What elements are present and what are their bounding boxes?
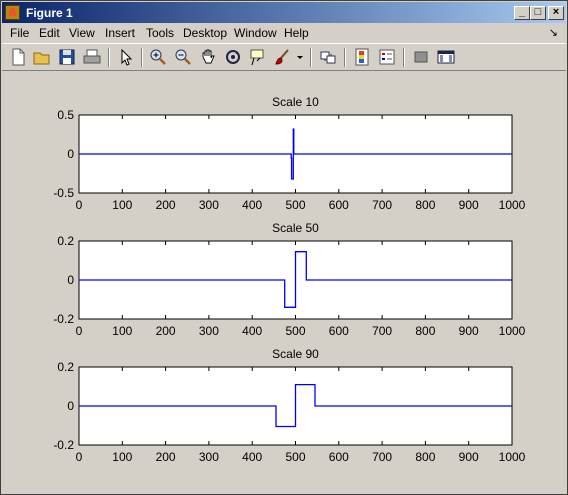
menu-help[interactable]: Help <box>284 26 309 40</box>
figure-canvas: Scale 100 100 200 300 400 500 600 700 800 900 1000… <box>53 95 525 464</box>
brush-dropdown-icon[interactable] <box>295 47 305 67</box>
x-tick-label: 800 <box>415 324 435 338</box>
subplot-title: Scale 50 <box>272 221 319 235</box>
x-tick-label: 100 <box>112 450 132 464</box>
x-tick-label: 400 <box>242 450 262 464</box>
subplot-title: Scale 10 <box>272 95 319 109</box>
matlab-logo-icon <box>5 5 20 20</box>
show-plot-tools-icon[interactable] <box>436 47 456 67</box>
menu-desktop[interactable]: Desktop <box>183 26 227 40</box>
title-bar[interactable]: Figure 1 _ □ × <box>2 2 566 23</box>
x-tick-label: 800 <box>415 450 435 464</box>
x-tick-label: 0 <box>76 450 83 464</box>
open-file-icon[interactable] <box>32 47 52 67</box>
x-tick-label: 600 <box>329 324 349 338</box>
x-tick-label: 300 <box>199 450 219 464</box>
x-tick-label: 1000 <box>499 450 526 464</box>
select-arrow-icon[interactable] <box>116 47 136 67</box>
y-tick-label: 0.2 <box>57 234 74 248</box>
save-icon[interactable] <box>57 47 77 67</box>
brush-icon[interactable] <box>273 47 293 67</box>
x-tick-label: 700 <box>372 198 392 212</box>
y-tick-label: -0.5 <box>53 186 74 200</box>
menu-bar: File Edit View Insert Tools Desktop Wind… <box>2 24 566 42</box>
x-tick-label: 700 <box>372 324 392 338</box>
zoom-out-icon[interactable] <box>173 47 193 67</box>
hide-plot-tools-icon[interactable] <box>411 47 431 67</box>
print-icon[interactable] <box>82 47 102 67</box>
x-tick-label: 500 <box>285 198 305 212</box>
toolbar-separator <box>344 48 346 67</box>
figure-window: Figure 1 _ □ × File Edit View Insert Too… <box>0 0 568 495</box>
legend-icon[interactable] <box>377 47 397 67</box>
maximize-button[interactable]: □ <box>530 6 546 20</box>
new-figure-icon[interactable] <box>8 47 28 67</box>
dock-arrow-icon[interactable]: ↘ <box>549 26 558 39</box>
y-tick-label: 0.5 <box>57 108 74 122</box>
x-tick-label: 1000 <box>499 324 526 338</box>
x-tick-label: 500 <box>285 450 305 464</box>
menu-window[interactable]: Window <box>234 26 277 40</box>
x-tick-label: 200 <box>156 198 176 212</box>
x-tick-label: 0 <box>76 198 83 212</box>
x-tick-label: 400 <box>242 198 262 212</box>
y-tick-label: 0 <box>67 273 74 287</box>
x-tick-label: 700 <box>372 450 392 464</box>
x-tick-label: 200 <box>156 450 176 464</box>
x-tick-label: 900 <box>459 450 479 464</box>
menu-file[interactable]: File <box>10 26 29 40</box>
subplot-3: Scale 90 0 100 200 300 400 500 600 700 800 900 1000… <box>53 347 525 464</box>
menu-tools[interactable]: Tools <box>146 26 174 40</box>
x-tick-label: 0 <box>76 324 83 338</box>
menu-edit[interactable]: Edit <box>39 26 60 40</box>
colorbar-icon[interactable] <box>352 47 372 67</box>
x-tick-label: 600 <box>329 450 349 464</box>
minimize-button[interactable]: _ <box>514 6 530 20</box>
window-title: Figure 1 <box>26 6 73 20</box>
x-tick-label: 1000 <box>499 198 526 212</box>
y-tick-label: -0.2 <box>53 312 74 326</box>
x-tick-label: 300 <box>199 198 219 212</box>
x-tick-label: 100 <box>112 198 132 212</box>
menu-view[interactable]: View <box>69 26 95 40</box>
y-tick-label: 0.2 <box>57 360 74 374</box>
x-tick-label: 100 <box>112 324 132 338</box>
zoom-in-icon[interactable] <box>148 47 168 67</box>
x-tick-label: 900 <box>459 324 479 338</box>
y-tick-label: -0.2 <box>53 438 74 452</box>
close-button[interactable]: × <box>548 6 564 20</box>
toolbar-separator <box>141 48 143 67</box>
link-plot-icon[interactable] <box>318 47 338 67</box>
pan-hand-icon[interactable] <box>198 47 218 67</box>
toolbar-separator <box>108 48 110 67</box>
rotate-3d-icon[interactable] <box>223 47 243 67</box>
x-tick-label: 200 <box>156 324 176 338</box>
subplot-2: Scale 50 0 100 200 300 400 500 600 700 800 900 1000… <box>53 221 525 338</box>
y-tick-label: 0 <box>67 399 74 413</box>
y-tick-label: 0 <box>67 147 74 161</box>
subplot-1: Scale 10 0 100 200 300 400 500 600 700 800 900 1000… <box>53 95 525 212</box>
x-tick-label: 300 <box>199 324 219 338</box>
subplot-title: Scale 90 <box>272 347 319 361</box>
x-tick-label: 600 <box>329 198 349 212</box>
x-tick-label: 800 <box>415 198 435 212</box>
x-tick-label: 500 <box>285 324 305 338</box>
x-tick-label: 400 <box>242 324 262 338</box>
figure-toolbar <box>2 43 566 71</box>
toolbar-separator <box>403 48 405 67</box>
data-cursor-icon[interactable] <box>248 47 268 67</box>
menu-insert[interactable]: Insert <box>105 26 135 40</box>
toolbar-separator <box>310 48 312 67</box>
x-tick-label: 900 <box>459 198 479 212</box>
